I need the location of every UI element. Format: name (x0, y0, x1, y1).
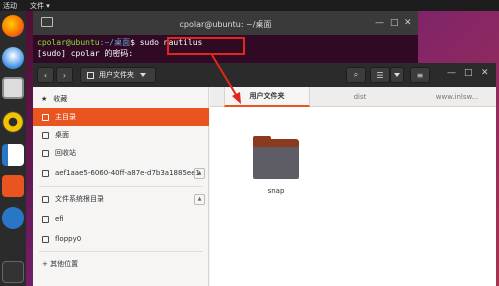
annotation-arrow (211, 54, 241, 104)
